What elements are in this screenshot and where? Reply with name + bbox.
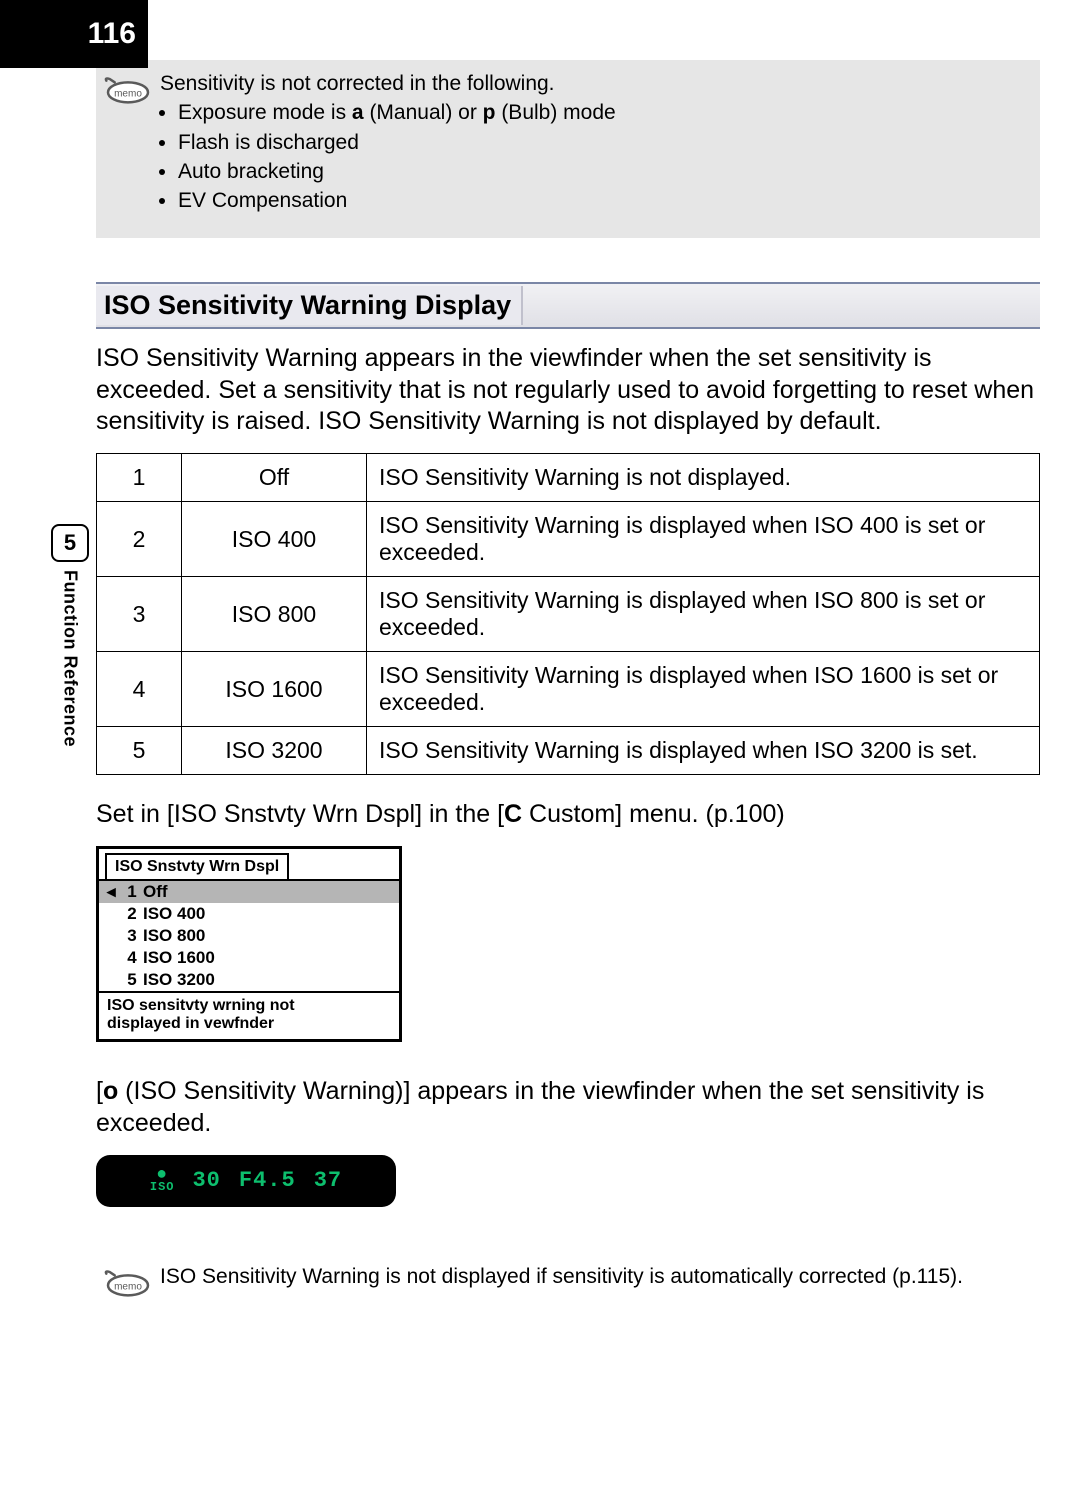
memo-body: Sensitivity is not corrected in the foll… (160, 70, 1024, 216)
menu-row: 5 ISO 3200 (99, 969, 399, 991)
vf-aperture: F4.5 (239, 1168, 296, 1193)
vf-count: 37 (314, 1168, 342, 1193)
table-row: 3 ISO 800 ISO Sensitivity Warning is dis… (97, 577, 1040, 652)
table-row: 2 ISO 400 ISO Sensitivity Warning is dis… (97, 502, 1040, 577)
svg-text:memo: memo (114, 1281, 142, 1292)
menu-status-text: ISO sensitvty wrning not displayed in ve… (99, 993, 399, 1039)
vf-shutter: 30 (192, 1168, 220, 1193)
table-row: 4 ISO 1600 ISO Sensitivity Warning is di… (97, 652, 1040, 727)
page-number: 116 (0, 0, 148, 68)
chapter-label: Function Reference (60, 570, 81, 747)
memo-body: ISO Sensitivity Warning is not displayed… (160, 1263, 1040, 1297)
svg-text:memo: memo (114, 89, 142, 100)
table-row: 1 Off ISO Sensitivity Warning is not dis… (97, 454, 1040, 502)
set-instruction: Set in [ISO Snstvty Wrn Dspl] in the [C … (96, 799, 1040, 830)
chapter-side-tab: 5 Function Reference (50, 524, 90, 747)
menu-row: 4 ISO 1600 (99, 947, 399, 969)
memo-icon: memo (96, 70, 160, 216)
memo-bullet-list: Exposure mode is a (Manual) or p (Bulb) … (160, 99, 1024, 214)
viewfinder-display: ●ISO 30 F4.5 37 (96, 1155, 396, 1207)
memo-bullet: Auto bracketing (178, 158, 1024, 185)
chapter-number-badge: 5 (51, 524, 89, 562)
menu-items: ◂ 1 Off 2 ISO 400 3 ISO 800 4 ISO (99, 879, 399, 993)
viewfinder-note: [o (ISO Sensitivity Warning)] appears in… (96, 1076, 1040, 1139)
memo-bullet: EV Compensation (178, 187, 1024, 214)
memo-block: memo Sensitivity is not corrected in the… (96, 60, 1040, 238)
intro-paragraph: ISO Sensitivity Warning appears in the v… (96, 343, 1040, 437)
iso-warning-icon: ●ISO (150, 1169, 175, 1193)
memo-block: memo ISO Sensitivity Warning is not disp… (96, 1263, 1040, 1297)
memo-bullet: Flash is discharged (178, 129, 1024, 156)
menu-row-selected: ◂ 1 Off (99, 881, 399, 903)
menu-row: 2 ISO 400 (99, 903, 399, 925)
iso-warning-options-table: 1 Off ISO Sensitivity Warning is not dis… (96, 453, 1040, 775)
table-row: 5 ISO 3200 ISO Sensitivity Warning is di… (97, 727, 1040, 775)
memo-bullet: Exposure mode is a (Manual) or p (Bulb) … (178, 99, 1024, 126)
menu-row: 3 ISO 800 (99, 925, 399, 947)
memo-lead: Sensitivity is not corrected in the foll… (160, 70, 1024, 97)
section-heading: ISO Sensitivity Warning Display (96, 282, 1040, 329)
left-arrow-icon: ◂ (107, 881, 121, 903)
menu-tab-title: ISO Snstvty Wrn Dspl (105, 853, 289, 879)
menu-screenshot: ISO Snstvty Wrn Dspl ◂ 1 Off 2 ISO 400 3… (96, 846, 402, 1042)
memo-icon: memo (96, 1263, 160, 1297)
